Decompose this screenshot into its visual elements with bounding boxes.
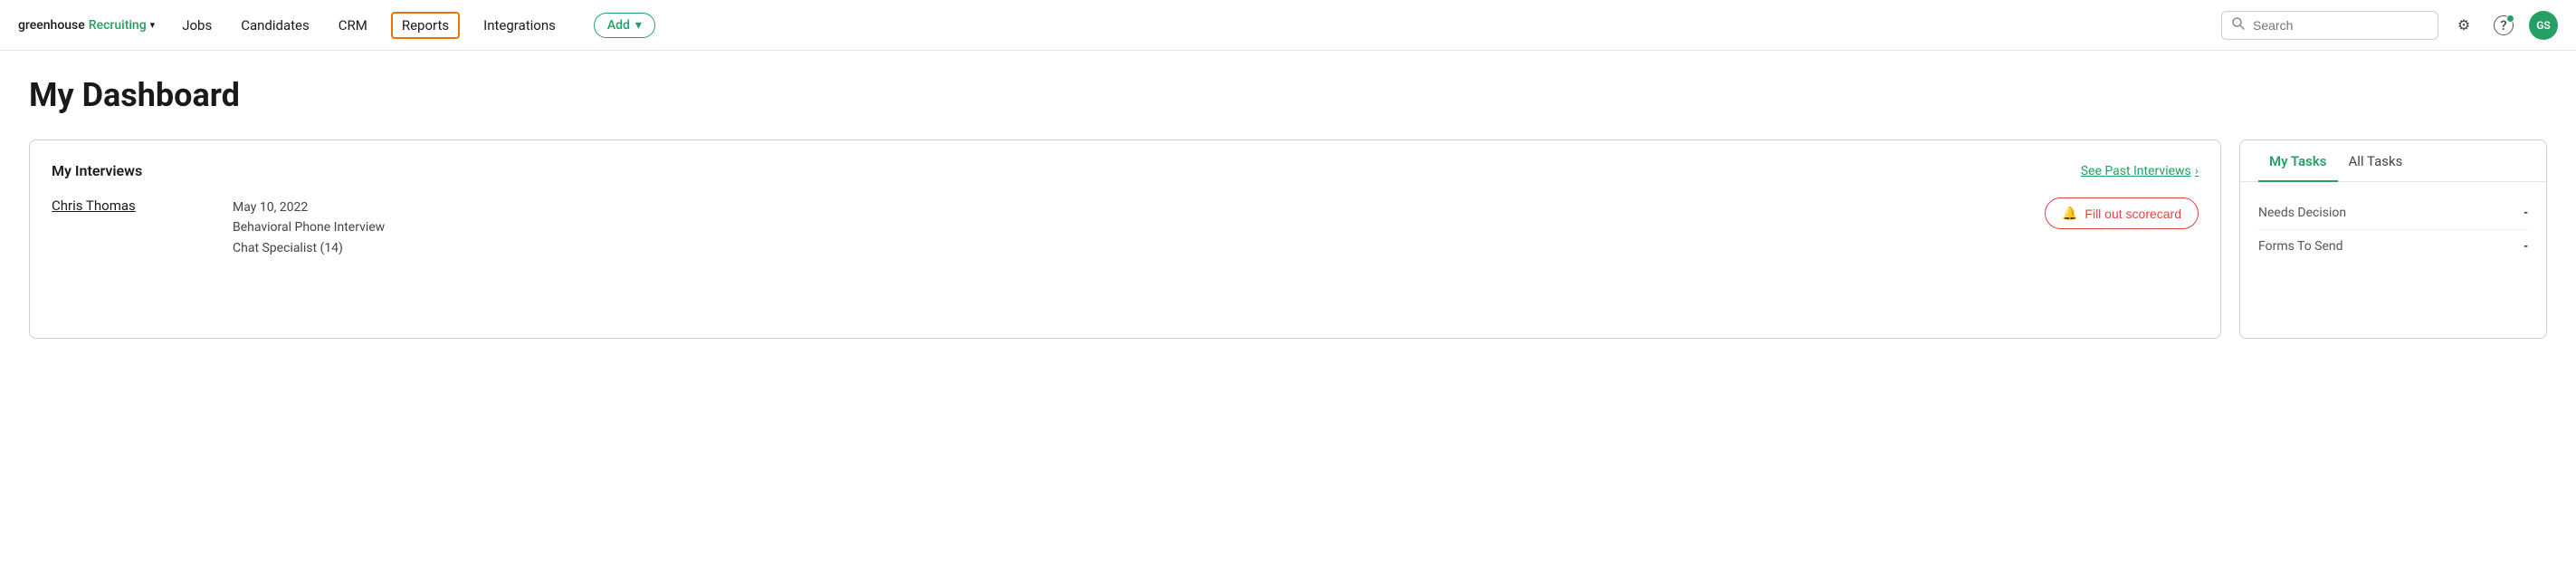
nav-items: Jobs Candidates CRM Reports Integrations: [177, 12, 561, 39]
see-past-interviews-link[interactable]: See Past Interviews ›: [2081, 164, 2199, 178]
add-label: Add: [607, 18, 630, 33]
search-input[interactable]: [2253, 18, 2428, 33]
nav-candidates[interactable]: Candidates: [235, 14, 315, 37]
nav-reports[interactable]: Reports: [391, 12, 460, 39]
brand-recruiting: Recruiting: [89, 18, 147, 33]
chevron-right-icon: ›: [2195, 164, 2199, 178]
scorecard-label: Fill out scorecard: [2085, 207, 2181, 221]
main-grid: My Interviews See Past Interviews › Chri…: [29, 139, 2547, 339]
task-forms-to-send-count: -: [2524, 239, 2528, 254]
tasks-body: Needs Decision - Forms To Send -: [2240, 182, 2546, 277]
tab-all-tasks[interactable]: All Tasks: [2338, 140, 2414, 182]
page-title: My Dashboard: [29, 76, 2547, 114]
tab-my-tasks[interactable]: My Tasks: [2258, 140, 2338, 182]
task-needs-decision: Needs Decision -: [2258, 197, 2528, 230]
task-forms-to-send-label: Forms To Send: [2258, 239, 2343, 254]
task-needs-decision-count: -: [2524, 206, 2528, 220]
search-icon: [2231, 16, 2246, 34]
task-forms-to-send: Forms To Send -: [2258, 230, 2528, 263]
page-content: My Dashboard My Interviews See Past Inte…: [0, 51, 2576, 364]
interview-type: Behavioral Phone Interview: [233, 217, 2045, 237]
interviews-card: My Interviews See Past Interviews › Chri…: [29, 139, 2221, 339]
help-icon: ?: [2494, 15, 2514, 35]
interviews-card-header: My Interviews See Past Interviews ›: [52, 162, 2199, 179]
interview-date: May 10, 2022: [233, 197, 2045, 217]
search-box: [2221, 11, 2438, 40]
add-button[interactable]: Add ▾: [594, 13, 655, 38]
tasks-card: My Tasks All Tasks Needs Decision - Form…: [2239, 139, 2547, 339]
gear-icon: ⚙: [2457, 16, 2470, 34]
add-chevron-icon: ▾: [635, 18, 642, 33]
interviews-card-title: My Interviews: [52, 162, 142, 179]
settings-button[interactable]: ⚙: [2449, 11, 2478, 40]
candidate-name-link[interactable]: Chris Thomas: [52, 197, 233, 214]
brand-logo[interactable]: greenhouse Recruiting ▾: [18, 18, 155, 33]
interview-role: Chat Specialist (14): [233, 238, 2045, 258]
tasks-tabs: My Tasks All Tasks: [2240, 140, 2546, 182]
fill-scorecard-button[interactable]: 🔔 Fill out scorecard: [2045, 197, 2199, 229]
interview-row: Chris Thomas May 10, 2022 Behavioral Pho…: [52, 197, 2199, 258]
top-navigation: greenhouse Recruiting ▾ Jobs Candidates …: [0, 0, 2576, 51]
nav-crm[interactable]: CRM: [333, 14, 373, 37]
help-button[interactable]: ?: [2489, 11, 2518, 40]
nav-integrations[interactable]: Integrations: [478, 14, 561, 37]
nav-jobs[interactable]: Jobs: [177, 14, 217, 37]
task-needs-decision-label: Needs Decision: [2258, 206, 2346, 220]
brand-chevron-icon: ▾: [150, 19, 156, 31]
scorecard-bell-icon: 🔔: [2062, 206, 2077, 221]
interview-details: May 10, 2022 Behavioral Phone Interview …: [233, 197, 2045, 258]
user-avatar[interactable]: GS: [2529, 11, 2558, 40]
nav-right: ⚙ ? GS: [2221, 11, 2558, 40]
brand-greenhouse: greenhouse: [18, 18, 85, 33]
